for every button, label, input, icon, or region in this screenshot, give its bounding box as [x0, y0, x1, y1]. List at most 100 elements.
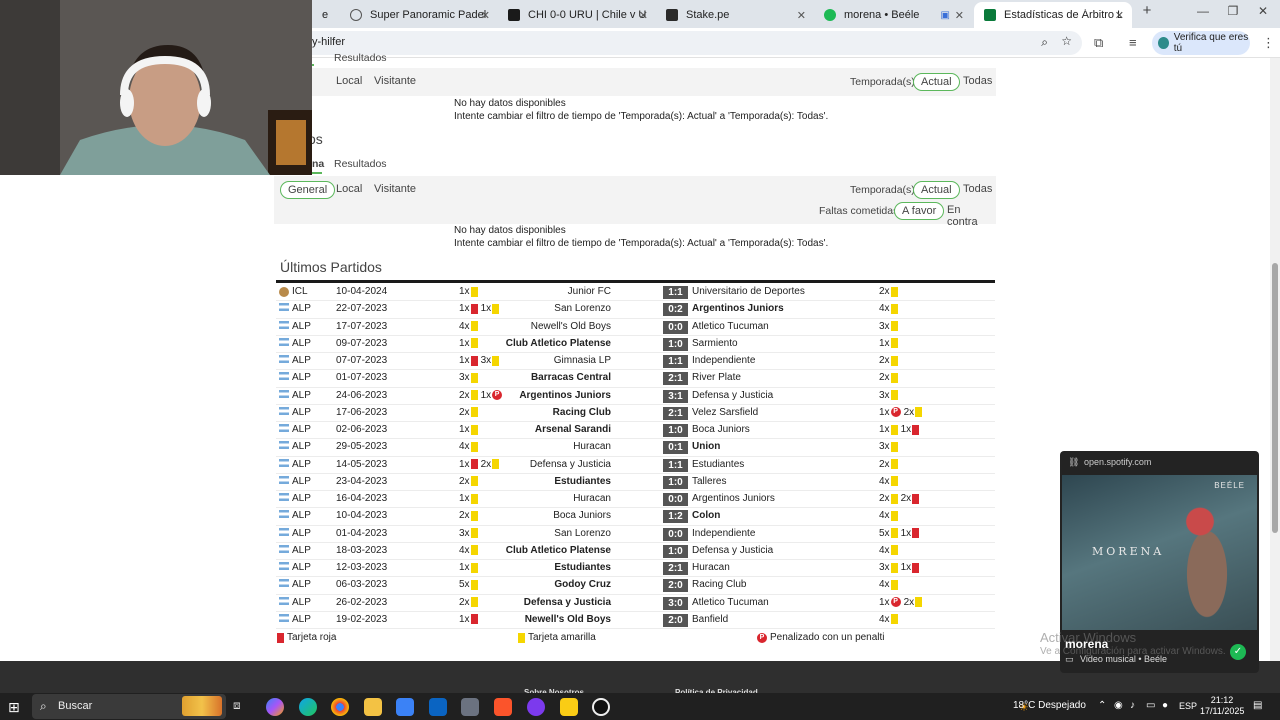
match-row[interactable]: ALP 12-03-2023 Estudiantes 2:1 Huracan 1x 3x 1x — [276, 560, 995, 578]
match-row[interactable]: ALP 14-05-2023 Defensa y Justicia 1:1 Estudi… — [276, 457, 995, 474]
match-row[interactable]: ALP 22-07-2023 San Lorenzo 0:2 Argentinos Ju… — [276, 301, 995, 319]
match-row[interactable]: ALP 23-04-2023 Estudiantes 1:0 Talleres 2x 4x — [276, 474, 995, 491]
temporada-todas[interactable]: Todas — [956, 73, 999, 91]
filter-local[interactable]: Local — [329, 181, 369, 199]
match-home-team[interactable]: Huracan — [573, 493, 611, 504]
discord-icon[interactable] — [527, 698, 545, 716]
match-score[interactable]: 2:0 — [663, 613, 688, 627]
match-home-team[interactable]: Club Atletico Platense — [506, 338, 611, 349]
match-away-team[interactable]: Independiente — [692, 355, 755, 366]
tray-app-icon[interactable]: ◉ — [1114, 700, 1123, 711]
match-away-team[interactable]: Defensa y Justicia — [692, 545, 773, 556]
match-home-team[interactable]: Arsenal Sarandi — [535, 424, 611, 435]
match-home-team[interactable]: Gimnasia LP — [554, 355, 611, 366]
match-score[interactable]: 0:2 — [663, 303, 688, 317]
match-score[interactable]: 1:1 — [663, 458, 688, 472]
match-score[interactable]: 0:0 — [663, 320, 688, 334]
match-row[interactable]: ICL 10-04-2024 Junior FC 1:1 Universitario d… — [276, 284, 995, 302]
match-away-team[interactable]: Defensa y Justicia — [692, 390, 773, 401]
match-away-team[interactable]: Argentinos Juniors — [692, 493, 775, 504]
match-score[interactable]: 0:1 — [663, 441, 688, 455]
tab-spotify-morena[interactable]: morena • Beéle ▣ ✕ — [814, 2, 972, 28]
match-row[interactable]: ALP 07-07-2023 Gimnasia LP 1:1 Independiente… — [276, 353, 995, 371]
match-home-team[interactable]: Newell's Old Boys — [525, 614, 611, 625]
match-home-team[interactable]: Defensa y Justicia — [530, 459, 611, 470]
tab-estadisticas-arbitro[interactable]: Estadísticas de Árbitro Leandro ✕ — [974, 2, 1132, 28]
volume-icon[interactable]: ♪ — [1130, 700, 1135, 711]
app-icon[interactable] — [461, 698, 479, 716]
match-away-team[interactable]: Huracan — [692, 562, 730, 573]
clock[interactable]: 21:12 17/11/2025 — [1200, 695, 1244, 717]
star-icon[interactable]: ☆ — [1061, 34, 1072, 48]
close-tab-icon[interactable]: ✕ — [1115, 9, 1124, 22]
match-home-team[interactable]: Argentinos Juniors — [519, 390, 611, 401]
match-row[interactable]: ALP 10-04-2023 Boca Juniors 1:2 Colon 2x 4x — [276, 508, 995, 526]
match-away-team[interactable]: Universitario de Deportes — [692, 286, 805, 297]
notes-icon[interactable] — [560, 698, 578, 716]
tab-resultados[interactable]: Resultados — [334, 158, 387, 170]
tab-resultados-top[interactable]: Resultados — [334, 52, 387, 64]
temporada-actual[interactable]: Actual — [913, 73, 960, 91]
store-icon[interactable] — [396, 698, 414, 716]
match-row[interactable]: ALP 06-03-2023 Godoy Cruz 2:0 Racing Club 5x 4… — [276, 577, 995, 595]
filter-general[interactable]: General — [280, 181, 336, 199]
match-score[interactable]: 1:1 — [663, 286, 688, 299]
match-home-team[interactable]: Huracan — [573, 441, 611, 452]
scrollbar-thumb[interactable] — [1272, 263, 1278, 533]
file-explorer-icon[interactable] — [364, 698, 382, 716]
zoom-icon[interactable]: ⌕ — [1041, 35, 1048, 50]
close-tab-icon[interactable]: ✕ — [955, 9, 964, 22]
filter-local[interactable]: Local — [329, 73, 369, 91]
match-score[interactable]: 1:0 — [663, 424, 688, 437]
match-score[interactable]: 1:0 — [663, 337, 688, 351]
match-away-team[interactable]: Union — [692, 441, 720, 452]
match-row[interactable]: ALP 16-04-2023 Huracan 0:0 Argentinos Junior… — [276, 491, 995, 509]
extensions-icon[interactable]: ⧉ — [1094, 35, 1103, 51]
match-away-team[interactable]: Racing Club — [692, 579, 746, 590]
close-window-button[interactable]: ✕ — [1248, 4, 1278, 18]
match-score[interactable]: 1:2 — [663, 510, 688, 524]
match-home-team[interactable]: Boca Juniors — [553, 510, 611, 521]
temporada-actual[interactable]: Actual — [913, 181, 960, 199]
notifications-icon[interactable]: ▤ — [1253, 700, 1262, 711]
match-score[interactable]: 2:1 — [663, 562, 688, 575]
copilot-icon[interactable] — [266, 698, 284, 716]
minimize-button[interactable]: — — [1188, 4, 1218, 18]
restore-button[interactable]: ❐ — [1218, 4, 1248, 18]
match-home-team[interactable]: Newell's Old Boys — [531, 321, 611, 332]
menu-icon[interactable]: ⋮ — [1262, 35, 1275, 51]
match-away-team[interactable]: Boca Juniors — [692, 424, 750, 435]
match-away-team[interactable]: Argentinos Juniors — [692, 303, 784, 314]
match-score[interactable]: 2:0 — [663, 579, 688, 593]
outlook-icon[interactable] — [429, 698, 447, 716]
match-score[interactable]: 0:0 — [663, 527, 688, 541]
match-home-team[interactable]: Estudiantes — [554, 562, 611, 573]
brave-icon[interactable] — [494, 698, 512, 716]
match-row[interactable]: ALP 18-03-2023 Club Atletico Platense 1:0 De… — [276, 543, 995, 560]
match-score[interactable]: 3:1 — [663, 389, 688, 403]
match-row[interactable]: ALP 29-05-2023 Huracan 0:1 Union 4x 3x — [276, 439, 995, 457]
match-home-team[interactable]: San Lorenzo — [554, 303, 611, 314]
match-away-team[interactable]: Banfield — [692, 614, 728, 625]
match-home-team[interactable]: San Lorenzo — [554, 528, 611, 539]
microphone-icon[interactable]: ● — [1162, 700, 1168, 711]
match-home-team[interactable]: Defensa y Justicia — [524, 597, 611, 608]
match-away-team[interactable]: Velez Sarsfield — [692, 407, 758, 418]
match-home-team[interactable]: Club Atletico Platense — [506, 545, 611, 556]
match-score[interactable]: 1:0 — [663, 544, 688, 558]
match-score[interactable]: 2:1 — [663, 372, 688, 386]
match-away-team[interactable]: Estudiantes — [692, 459, 744, 470]
match-away-team[interactable]: Atletico Tucuman — [692, 321, 769, 332]
match-row[interactable]: ALP 17-07-2023 Newell's Old Boys 0:0 Atletic… — [276, 319, 995, 336]
match-row[interactable]: ALP 01-07-2023 Barracas Central 2:1 River Pl… — [276, 370, 995, 388]
task-view-icon[interactable]: ⧈ — [233, 698, 251, 716]
steam-icon[interactable] — [592, 698, 610, 716]
match-row[interactable]: ALP 17-06-2023 Racing Club 2:1 Velez Sarsfie… — [276, 405, 995, 422]
faltas-favor[interactable]: A favor — [894, 202, 945, 220]
match-row[interactable]: ALP 01-04-2023 San Lorenzo 0:0 Independiente… — [276, 526, 995, 543]
match-away-team[interactable]: Colon — [692, 510, 720, 521]
match-score[interactable]: 2:1 — [663, 406, 688, 420]
network-icon[interactable]: ▭ — [1146, 700, 1155, 711]
match-row[interactable]: ALP 02-06-2023 Arsenal Sarandi 1:0 Boca Juni… — [276, 422, 995, 440]
filter-visitante[interactable]: Visitante — [367, 73, 423, 91]
